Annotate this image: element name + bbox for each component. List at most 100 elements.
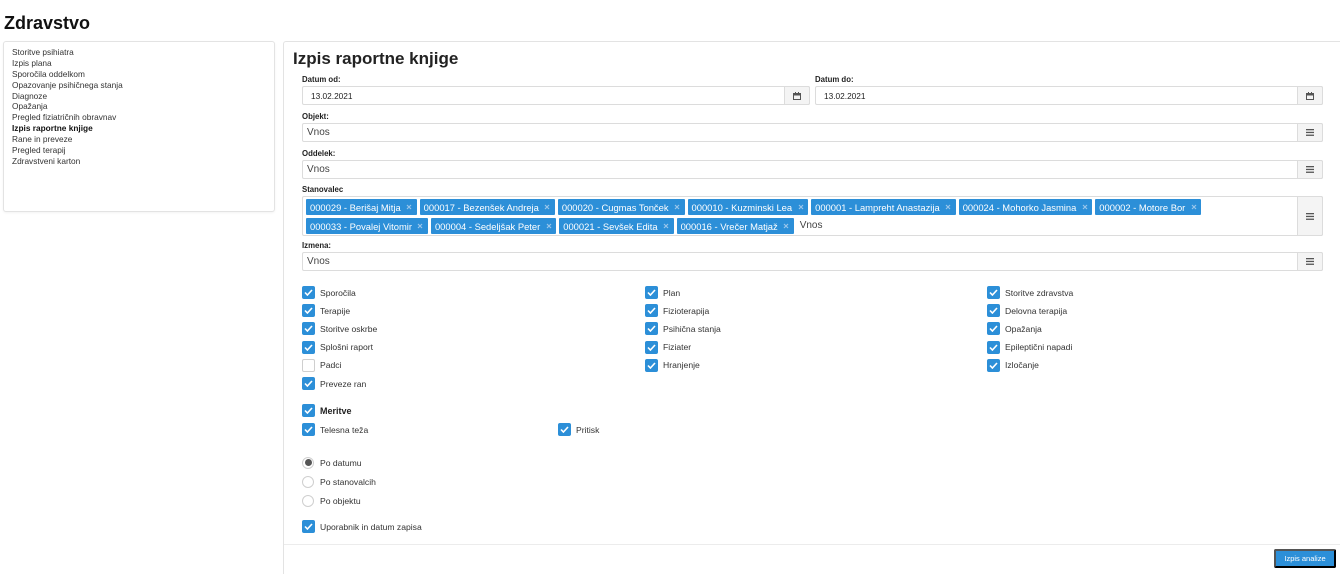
sort-po-stanovalcih-label: Po stanovalcih [320, 476, 376, 487]
report-form-panel: Izpis raportne knjige Datum od: 13.02.20… [283, 41, 1340, 574]
option-checkbox[interactable]: Splošni raport [302, 340, 374, 354]
remove-tag-icon[interactable] [545, 223, 552, 230]
stanovalec-tag: 000002 - Motore Bor [1095, 199, 1202, 215]
date-to-value: 13.02.2021 [824, 91, 866, 101]
date-from-input[interactable]: 13.02.2021 [302, 86, 810, 105]
sidebar-item-diagnoze[interactable]: Diagnoze [4, 91, 274, 102]
option-checkbox[interactable]: Psihična stanja [645, 322, 721, 336]
remove-tag-icon[interactable] [1081, 204, 1088, 211]
stanovalec-tag: 000033 - Povalej Vitomir [306, 218, 428, 234]
option-checkbox[interactable]: Hranjenje [645, 358, 700, 372]
sidebar-item-sporocila-oddelkom[interactable]: Sporočila oddelkom [4, 69, 274, 80]
remove-tag-icon[interactable] [663, 223, 670, 230]
remove-tag-icon[interactable] [674, 204, 681, 211]
checkbox-checked-icon [302, 377, 315, 390]
option-checkbox[interactable]: Epileptični napadi [987, 340, 1072, 354]
sidebar-item-opazovanje-psihicnega-stanja[interactable]: Opazovanje psihičnega stanja [4, 80, 274, 91]
option-checkbox[interactable]: Delovna terapija [987, 304, 1068, 318]
stanovalec-tag: 000001 - Lampreht Anastazija [811, 199, 956, 215]
remove-tag-icon[interactable] [406, 204, 413, 211]
sidebar-item-izpis-plana[interactable]: Izpis plana [4, 58, 274, 69]
list-icon[interactable] [1297, 196, 1323, 236]
date-from-label: Datum od: [302, 75, 341, 84]
remove-tag-icon[interactable] [945, 204, 952, 211]
objekt-label: Objekt: [302, 112, 329, 121]
remove-tag-icon[interactable] [797, 204, 804, 211]
stanovalec-search-input[interactable]: Vnos [797, 218, 823, 234]
sidebar-item-pregled-terapij[interactable]: Pregled terapij [4, 145, 274, 156]
checkbox-checked-icon [987, 322, 1000, 336]
oddelek-label: Oddelek: [302, 149, 336, 158]
date-to-input[interactable]: 13.02.2021 [815, 86, 1323, 105]
option-checkbox[interactable]: Izločanje [987, 358, 1039, 372]
checkbox-checked-icon [987, 358, 1000, 372]
sort-po-stanovalcih-radio[interactable]: Po stanovalcih [302, 475, 376, 488]
izmena-placeholder: Vnos [307, 256, 330, 267]
option-checkbox[interactable]: Padci [302, 358, 342, 372]
sidebar-item-rane-in-preveze[interactable]: Rane in preveze [4, 134, 274, 145]
option-label: Preveze ran [320, 378, 367, 389]
option-label: Plan [663, 287, 681, 298]
remove-tag-icon[interactable] [417, 223, 424, 230]
checkbox-checked-icon [302, 286, 315, 299]
app-title: Zdravstvo [4, 13, 91, 33]
sort-po-objektu-radio[interactable]: Po objektu [302, 494, 361, 507]
telesna-teza-label: Telesna teža [320, 424, 369, 435]
date-from-value: 13.02.2021 [311, 91, 353, 101]
calendar-icon[interactable] [784, 86, 810, 105]
pritisk-checkbox[interactable]: Pritisk [558, 423, 599, 436]
option-label: Storitve oskrbe [320, 323, 378, 334]
option-checkbox[interactable]: Storitve oskrbe [302, 322, 378, 336]
option-checkbox[interactable]: Plan [645, 286, 680, 299]
option-label: Sporočila [320, 287, 356, 298]
checkbox-checked-icon [302, 423, 315, 436]
pritisk-label: Pritisk [576, 424, 600, 435]
date-to-label: Datum do: [815, 75, 854, 84]
meritve-checkbox[interactable]: Meritve [302, 404, 352, 417]
option-checkbox[interactable]: Sporočila [302, 286, 356, 299]
option-label: Delovna terapija [1005, 305, 1068, 316]
izmena-input[interactable]: Vnos [302, 252, 1323, 271]
checkbox-checked-icon [645, 304, 658, 318]
checkbox-checked-icon [645, 322, 658, 336]
objekt-input[interactable]: Vnos [302, 123, 1323, 142]
checkbox-checked-icon [302, 304, 315, 318]
izmena-label: Izmena: [302, 241, 332, 250]
telesna-teza-checkbox[interactable]: Telesna teža [302, 423, 368, 436]
option-checkbox[interactable]: Opažanja [987, 322, 1042, 336]
calendar-icon[interactable] [1297, 86, 1323, 105]
oddelek-placeholder: Vnos [307, 164, 330, 175]
sort-po-objektu-label: Po objektu [320, 495, 361, 506]
list-icon[interactable] [1297, 123, 1323, 142]
option-label: Splošni raport [320, 342, 374, 353]
checkbox-checked-icon [302, 520, 315, 533]
remove-tag-icon[interactable] [783, 223, 790, 230]
sidebar-item-storitve-psihiatra[interactable]: Storitve psihiatra [4, 47, 274, 58]
option-label: Opažanja [1005, 323, 1042, 334]
sidebar-item-zdravstveni-karton[interactable]: Zdravstveni karton [4, 156, 274, 167]
list-icon[interactable] [1297, 252, 1323, 271]
option-checkbox[interactable]: Storitve zdravstva [987, 286, 1073, 299]
stanovalec-tag: 000024 - Mohorko Jasmina [958, 199, 1093, 215]
meritve-label: Meritve [320, 405, 352, 416]
option-label: Izločanje [1005, 360, 1039, 371]
option-checkbox[interactable]: Fiziater [645, 340, 691, 354]
remove-tag-icon[interactable] [544, 204, 551, 211]
uporabnik-datum-checkbox[interactable]: Uporabnik in datum zapisa [302, 520, 422, 533]
list-icon[interactable] [1297, 160, 1323, 179]
option-label: Padci [320, 360, 342, 371]
izpis-analize-button[interactable]: Izpis analize [1274, 549, 1336, 568]
stanovalec-tag: 000016 - Vrečer Matjaž [676, 218, 794, 234]
oddelek-input[interactable]: Vnos [302, 160, 1323, 179]
stanovalec-multiselect[interactable]: 000029 - Berišaj Mitja 000017 - Bezenšek… [302, 196, 1323, 236]
option-checkbox[interactable]: Fizioterapija [645, 304, 709, 318]
stanovalec-tag: 000010 - Kuzminski Lea [687, 199, 809, 215]
option-checkbox[interactable]: Terapije [302, 304, 350, 318]
option-checkbox[interactable]: Preveze ran [302, 377, 366, 390]
remove-tag-icon[interactable] [1190, 204, 1197, 211]
sidebar-item-izpis-raportne-knjige[interactable]: Izpis raportne knjige [4, 123, 274, 134]
checkbox-checked-icon [558, 423, 571, 436]
sort-po-datumu-radio[interactable]: Po datumu [302, 456, 362, 469]
sidebar-item-opazanja[interactable]: Opažanja [4, 101, 274, 112]
sidebar-item-pregled-fiziatricnih-obravnav[interactable]: Pregled fiziatričnih obravnav [4, 112, 274, 123]
